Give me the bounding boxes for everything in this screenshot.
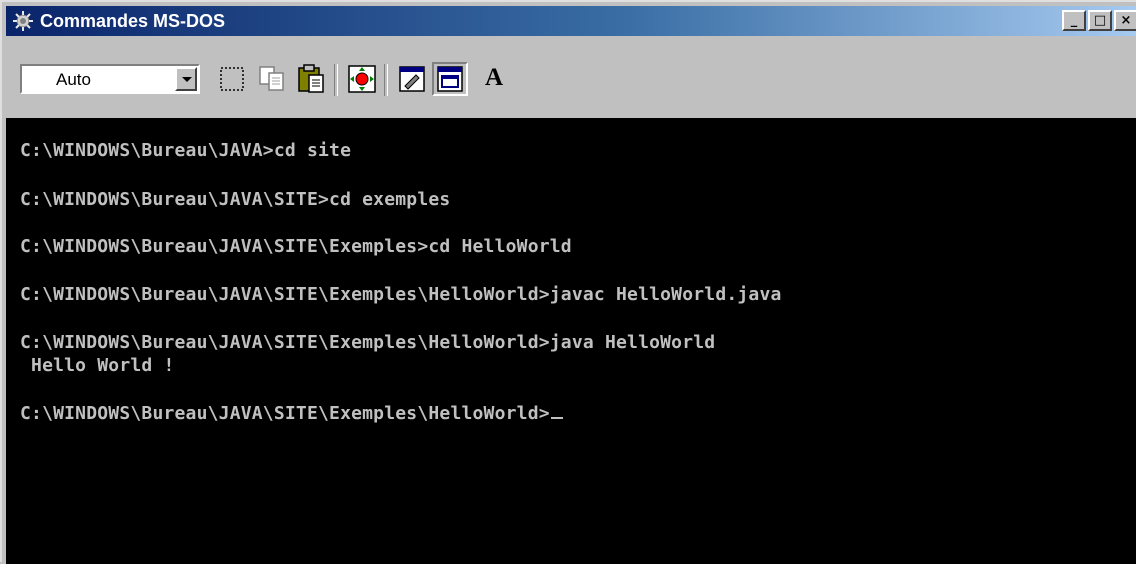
title-bar[interactable]: Commandes MS-DOS _ □ × bbox=[6, 6, 1136, 36]
console-line: C:\WINDOWS\Bureau\JAVA\SITE\Exemples\Hel… bbox=[20, 284, 782, 305]
properties-button[interactable] bbox=[394, 62, 430, 96]
console-line: C:\WINDOWS\Bureau\JAVA>cd site bbox=[20, 140, 352, 161]
toolbar: Auto A bbox=[6, 60, 1136, 116]
console-line: C:\WINDOWS\Bureau\JAVA\SITE\Exemples\Hel… bbox=[20, 332, 716, 353]
close-button[interactable]: × bbox=[1114, 10, 1136, 31]
fullscreen-button[interactable] bbox=[344, 62, 380, 96]
font-size-select[interactable]: Auto bbox=[20, 64, 200, 94]
fullscreen-icon bbox=[348, 65, 376, 93]
toolbar-separator bbox=[334, 64, 338, 96]
window-title: Commandes MS-DOS bbox=[40, 10, 226, 31]
title-buttons: _ □ × bbox=[1060, 10, 1136, 31]
console-prompt-line: C:\WINDOWS\Bureau\JAVA\SITE\Exemples\Hel… bbox=[20, 403, 563, 424]
paste-button[interactable] bbox=[294, 62, 330, 96]
background-icon bbox=[437, 66, 463, 92]
console-output[interactable]: C:\WINDOWS\Bureau\JAVA>cd site C:\WINDOW… bbox=[6, 118, 1136, 564]
msdos-app-icon[interactable] bbox=[12, 10, 34, 32]
text-cursor bbox=[550, 417, 563, 419]
copy-button[interactable] bbox=[254, 62, 290, 96]
properties-icon bbox=[399, 66, 425, 92]
console-line: Hello World ! bbox=[20, 355, 175, 376]
font-button[interactable]: A bbox=[476, 62, 512, 96]
font-size-value: Auto bbox=[56, 70, 91, 89]
mark-icon bbox=[220, 67, 244, 91]
msdos-window: Commandes MS-DOS _ □ × Auto A C:\WINDOWS… bbox=[0, 0, 1136, 564]
paste-icon bbox=[298, 64, 324, 93]
chevron-down-icon[interactable] bbox=[175, 67, 197, 91]
console-line: C:\WINDOWS\Bureau\JAVA\SITE\Exemples>cd … bbox=[20, 236, 572, 257]
toolbar-separator bbox=[384, 64, 388, 96]
minimize-button[interactable]: _ bbox=[1062, 10, 1086, 31]
console-prompt: C:\WINDOWS\Bureau\JAVA\SITE\Exemples\Hel… bbox=[20, 403, 550, 424]
mark-button[interactable] bbox=[214, 62, 250, 96]
copy-icon bbox=[259, 66, 284, 91]
console-line: C:\WINDOWS\Bureau\JAVA\SITE>cd exemples bbox=[20, 189, 451, 210]
font-icon: A bbox=[485, 64, 504, 91]
background-button[interactable] bbox=[432, 62, 468, 96]
maximize-button[interactable]: □ bbox=[1088, 10, 1112, 31]
